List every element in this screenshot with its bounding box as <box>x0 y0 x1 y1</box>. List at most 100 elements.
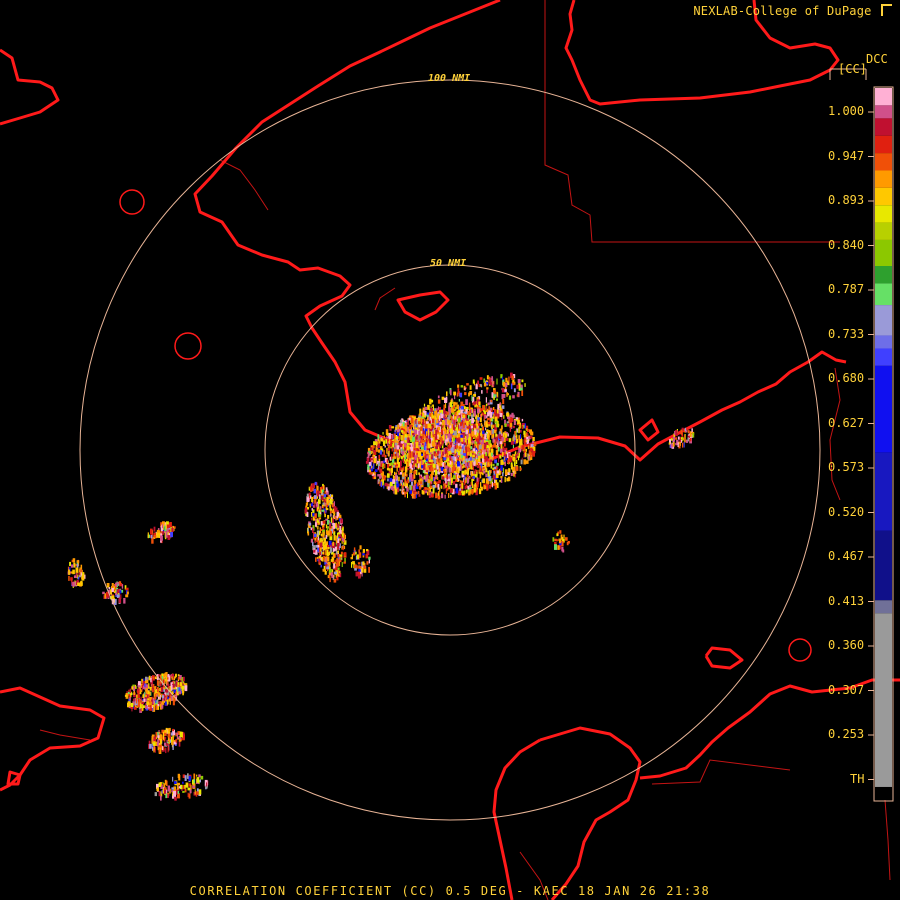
echo-pixel <box>318 555 321 559</box>
legend-tick-12: 0.360 <box>828 638 865 652</box>
echo-pixel <box>168 727 171 732</box>
echo-pixel <box>442 425 444 429</box>
echo-pixel <box>492 454 495 458</box>
echo-pixel <box>457 384 460 388</box>
echo-pixel <box>500 465 503 471</box>
echo-pixel <box>496 409 499 414</box>
echo-pixel <box>312 528 314 533</box>
echo-pixel <box>425 450 429 455</box>
echo-pixel <box>323 556 325 560</box>
echo-pixel <box>434 469 438 476</box>
echo-pixel <box>129 688 131 694</box>
echo-pixel <box>506 393 509 396</box>
echo-pixel <box>485 403 488 406</box>
echo-pixel <box>330 513 332 517</box>
echo-pixel <box>394 471 395 476</box>
echo-pixel <box>331 575 334 578</box>
echo-pixel <box>472 443 474 449</box>
echo-pixel <box>502 451 504 457</box>
echo-pixel <box>420 484 424 488</box>
echo-pixel <box>152 742 156 746</box>
echo-pixel <box>478 488 482 495</box>
echo-pixel <box>401 483 403 486</box>
echo-pixel <box>467 477 469 483</box>
echo-pixel <box>437 427 440 431</box>
echo-pixel <box>157 686 159 692</box>
echo-pixel <box>356 554 359 560</box>
echo-pixel <box>472 457 475 462</box>
echo-pixel <box>679 436 681 442</box>
echo-pixel <box>458 409 461 413</box>
echo-pixel <box>459 480 462 483</box>
echo-pixel <box>481 390 483 394</box>
echo-pixel <box>502 394 506 398</box>
echo-pixel <box>362 553 365 556</box>
echo-pixel <box>467 468 469 475</box>
echo-pixel <box>399 488 402 492</box>
echo-pixel <box>133 686 136 691</box>
echo-pixel <box>433 430 436 435</box>
echo-pixel <box>365 554 369 559</box>
echo-pixel <box>479 417 482 423</box>
echo-pixel <box>680 429 683 435</box>
echo-pixel <box>504 389 507 392</box>
echo-pixel <box>312 512 315 517</box>
echo-pixel <box>477 380 479 385</box>
legend-tick-2: 0.893 <box>828 193 865 207</box>
echo-pixel <box>513 419 516 425</box>
echo-pixel <box>467 411 470 416</box>
echo-pixel <box>444 419 448 425</box>
echo-pixel <box>439 407 441 411</box>
echo-pixel <box>188 793 191 799</box>
echo-pixel <box>198 789 202 795</box>
echo-pixel <box>457 461 460 467</box>
echo-pixel <box>465 409 468 413</box>
echo-pixel <box>175 738 178 743</box>
echo-pixel <box>525 440 527 443</box>
echo-pixel <box>373 463 375 470</box>
echo-pixel <box>173 781 177 784</box>
echo-pixel <box>430 408 433 412</box>
echo-pixel <box>145 688 148 694</box>
echo-pixel <box>497 447 500 452</box>
echo-pixel <box>455 487 459 494</box>
echo-pixel <box>506 421 509 424</box>
echo-pixel <box>390 467 393 473</box>
echo-pixel <box>316 534 319 537</box>
echo-pixel <box>343 561 346 564</box>
echo-pixel <box>406 479 409 484</box>
echo-pixel <box>405 463 408 469</box>
echo-pixel <box>192 785 195 788</box>
echo-pixel <box>509 423 513 427</box>
echo-pixel <box>443 469 445 472</box>
echo-pixel <box>495 473 499 478</box>
echo-pixel <box>366 458 370 462</box>
echo-pixel <box>326 566 329 570</box>
echo-pixel <box>396 483 400 488</box>
echo-pixel <box>448 493 450 498</box>
echo-pixel <box>80 572 82 576</box>
echo-pixel <box>159 734 163 739</box>
echo-pixel <box>429 429 433 432</box>
echo-pixel <box>496 391 498 397</box>
echo-pixel <box>402 485 404 488</box>
echo-pixel <box>366 561 369 565</box>
echo-pixel <box>164 742 166 746</box>
echo-pixel <box>76 563 79 568</box>
echo-pixel <box>322 520 326 524</box>
echo-pixel <box>464 392 467 396</box>
echo-pixel <box>140 704 142 709</box>
echo-pixel <box>515 454 518 459</box>
echo-pixel <box>423 459 425 462</box>
echo-pixel <box>454 412 457 415</box>
echo-pixel <box>361 567 364 573</box>
echo-pixel <box>430 405 432 408</box>
echo-pixel <box>471 395 473 401</box>
echo-pixel <box>437 434 439 440</box>
echo-pixel <box>378 462 381 467</box>
echo-pixel <box>372 445 375 449</box>
echo-pixel <box>411 492 414 499</box>
echo-pixel <box>463 438 466 442</box>
echo-pixel <box>446 429 449 435</box>
echo-pixel <box>487 412 490 417</box>
